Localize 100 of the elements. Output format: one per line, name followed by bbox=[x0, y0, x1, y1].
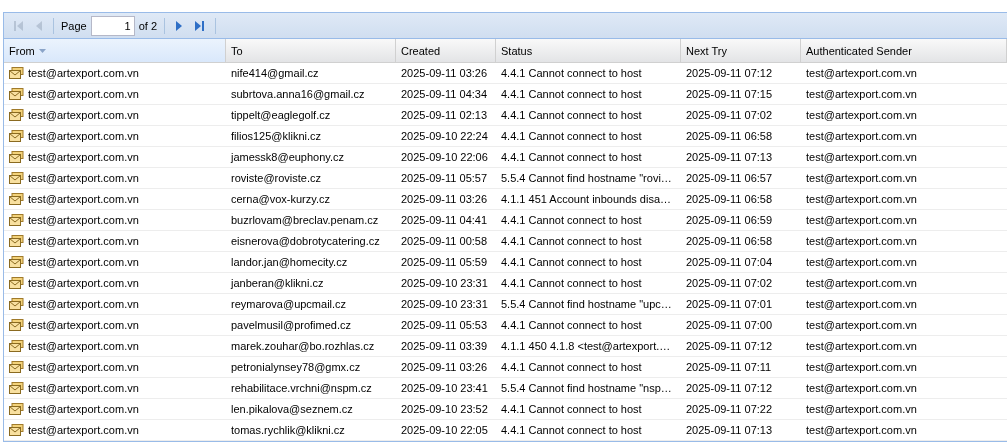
table-cell: 2025-09-11 07:02 bbox=[686, 109, 773, 121]
table-cell: 5.5.4 Cannot find hostname "nsp… bbox=[501, 382, 672, 394]
table-cell: test@artexport.com.vn bbox=[806, 340, 917, 352]
column-header-label: To bbox=[231, 44, 243, 57]
table-cell: 2025-09-11 06:59 bbox=[686, 214, 773, 226]
table-cell: 4.4.1 Cannot connect to host bbox=[501, 235, 642, 247]
table-cell: test@artexport.com.vn bbox=[806, 235, 917, 247]
table-cell: 4.4.1 Cannot connect to host bbox=[501, 214, 642, 226]
table-cell: nife414@gmail.cz bbox=[231, 67, 319, 79]
table-cell: 2025-09-11 07:13 bbox=[686, 424, 773, 436]
table-cell: 2025-09-11 06:58 bbox=[686, 235, 773, 247]
table-cell: test@artexport.com.vn bbox=[28, 382, 139, 394]
table-cell: test@artexport.com.vn bbox=[806, 382, 917, 394]
table-cell: 2025-09-11 06:58 bbox=[686, 130, 773, 142]
table-cell: 2025-09-10 22:05 bbox=[401, 424, 488, 436]
table-cell: 2025-09-11 07:02 bbox=[686, 277, 773, 289]
table-cell: test@artexport.com.vn bbox=[28, 235, 139, 247]
envelope-stack-icon bbox=[9, 130, 24, 142]
table-cell: 4.4.1 Cannot connect to host bbox=[501, 319, 642, 331]
envelope-stack-icon bbox=[9, 319, 24, 331]
table-cell: test@artexport.com.vn bbox=[806, 151, 917, 163]
table-cell: 2025-09-11 04:41 bbox=[401, 214, 488, 226]
table-cell: filios125@klikni.cz bbox=[231, 130, 322, 142]
table-cell: 2025-09-11 03:26 bbox=[401, 193, 488, 205]
table-cell: test@artexport.com.vn bbox=[28, 298, 139, 310]
table-cell: 2025-09-10 23:31 bbox=[401, 298, 488, 310]
table-cell: test@artexport.com.vn bbox=[28, 67, 139, 79]
envelope-stack-icon bbox=[9, 361, 24, 373]
table-cell: test@artexport.com.vn bbox=[806, 214, 917, 226]
table-cell: buzrlovam@breclav.penam.cz bbox=[231, 214, 379, 226]
column-header[interactable]: Next Try bbox=[681, 39, 801, 62]
column-header-label: Authenticated Sender bbox=[806, 44, 912, 57]
table-cell: 2025-09-11 07:13 bbox=[686, 151, 773, 163]
table-cell: landor.jan@homecity.cz bbox=[231, 256, 348, 268]
page-number-field[interactable]: 1 bbox=[90, 15, 135, 36]
table-cell: 4.1.1 450 4.1.8 <test@artexport.… bbox=[501, 340, 671, 352]
envelope-stack-icon bbox=[9, 193, 24, 205]
table-cell: 2025-09-11 07:12 bbox=[686, 382, 773, 394]
table-cell: marek.zouhar@bo.rozhlas.cz bbox=[231, 340, 375, 352]
table-cell: 2025-09-11 07:00 bbox=[686, 319, 773, 331]
table-cell: test@artexport.com.vn bbox=[28, 256, 139, 268]
column-header-label: Created bbox=[401, 44, 441, 57]
table-cell: 4.4.1 Cannot connect to host bbox=[501, 403, 642, 415]
table-cell: test@artexport.com.vn bbox=[28, 193, 139, 205]
column-header[interactable]: Authenticated Sender bbox=[801, 39, 1007, 62]
table-cell: 2025-09-11 06:58 bbox=[686, 193, 773, 205]
table-cell: tippelt@eaglegolf.cz bbox=[231, 109, 331, 121]
column-header[interactable]: To bbox=[226, 39, 396, 62]
table-cell: jamessk8@euphony.cz bbox=[231, 151, 345, 163]
table-cell: 2025-09-11 07:01 bbox=[686, 298, 773, 310]
column-header[interactable]: Status bbox=[496, 39, 681, 62]
envelope-stack-icon bbox=[9, 298, 24, 310]
table-cell: 2025-09-11 07:12 bbox=[686, 67, 773, 79]
table-cell: 2025-09-11 05:59 bbox=[401, 256, 488, 268]
column-header[interactable]: Created bbox=[396, 39, 496, 62]
envelope-stack-icon bbox=[9, 256, 24, 268]
envelope-stack-icon bbox=[9, 235, 24, 247]
table-cell: 4.4.1 Cannot connect to host bbox=[501, 424, 642, 436]
table-cell: 2025-09-11 06:57 bbox=[686, 172, 773, 184]
table-cell: test@artexport.com.vn bbox=[806, 403, 917, 415]
table-cell: 4.4.1 Cannot connect to host bbox=[501, 67, 642, 79]
table-cell: test@artexport.com.vn bbox=[28, 361, 139, 373]
page-total-label: of 2 bbox=[138, 19, 158, 32]
column-header-label: From bbox=[9, 44, 35, 57]
table-cell: test@artexport.com.vn bbox=[28, 319, 139, 331]
column-header[interactable]: From bbox=[4, 39, 226, 62]
table-cell: 2025-09-11 00:58 bbox=[401, 235, 488, 247]
table-cell: 2025-09-11 03:39 bbox=[401, 340, 488, 352]
table-cell: pavelmusil@profimed.cz bbox=[231, 319, 351, 331]
table-cell: test@artexport.com.vn bbox=[806, 256, 917, 268]
envelope-stack-icon bbox=[9, 277, 24, 289]
envelope-stack-icon bbox=[9, 382, 24, 394]
table-cell: 2025-09-11 04:34 bbox=[401, 88, 488, 100]
table-cell: reymarova@upcmail.cz bbox=[231, 298, 347, 310]
envelope-stack-icon bbox=[9, 109, 24, 121]
table-cell: test@artexport.com.vn bbox=[806, 361, 917, 373]
table-cell: 2025-09-11 03:26 bbox=[401, 67, 488, 79]
envelope-stack-icon bbox=[9, 340, 24, 352]
envelope-stack-icon bbox=[9, 88, 24, 100]
column-header-label: Status bbox=[501, 44, 533, 57]
envelope-stack-icon bbox=[9, 151, 24, 163]
table-cell: test@artexport.com.vn bbox=[28, 172, 139, 184]
column-header-label: Next Try bbox=[686, 44, 727, 57]
table-cell: test@artexport.com.vn bbox=[28, 88, 139, 100]
table-cell: test@artexport.com.vn bbox=[28, 130, 139, 142]
envelope-stack-icon bbox=[9, 67, 24, 79]
table-cell: test@artexport.com.vn bbox=[806, 130, 917, 142]
table-cell: 5.5.4 Cannot find hostname "upc… bbox=[501, 298, 672, 310]
table-cell: test@artexport.com.vn bbox=[28, 424, 139, 436]
table-cell: rehabilitace.vrchni@nspm.cz bbox=[231, 382, 372, 394]
table-cell: test@artexport.com.vn bbox=[806, 172, 917, 184]
table-cell: eisnerova@dobrotycatering.cz bbox=[231, 235, 380, 247]
table-cell: 4.4.1 Cannot connect to host bbox=[501, 88, 642, 100]
table-cell: 2025-09-11 07:11 bbox=[686, 361, 772, 373]
table-cell: test@artexport.com.vn bbox=[806, 298, 917, 310]
table-cell: 4.4.1 Cannot connect to host bbox=[501, 109, 642, 121]
table-cell: 2025-09-11 07:12 bbox=[686, 340, 773, 352]
table-cell: petronialynsey78@gmx.cz bbox=[231, 361, 361, 373]
envelope-stack-icon bbox=[9, 172, 24, 184]
table-cell: 2025-09-11 05:57 bbox=[401, 172, 488, 184]
